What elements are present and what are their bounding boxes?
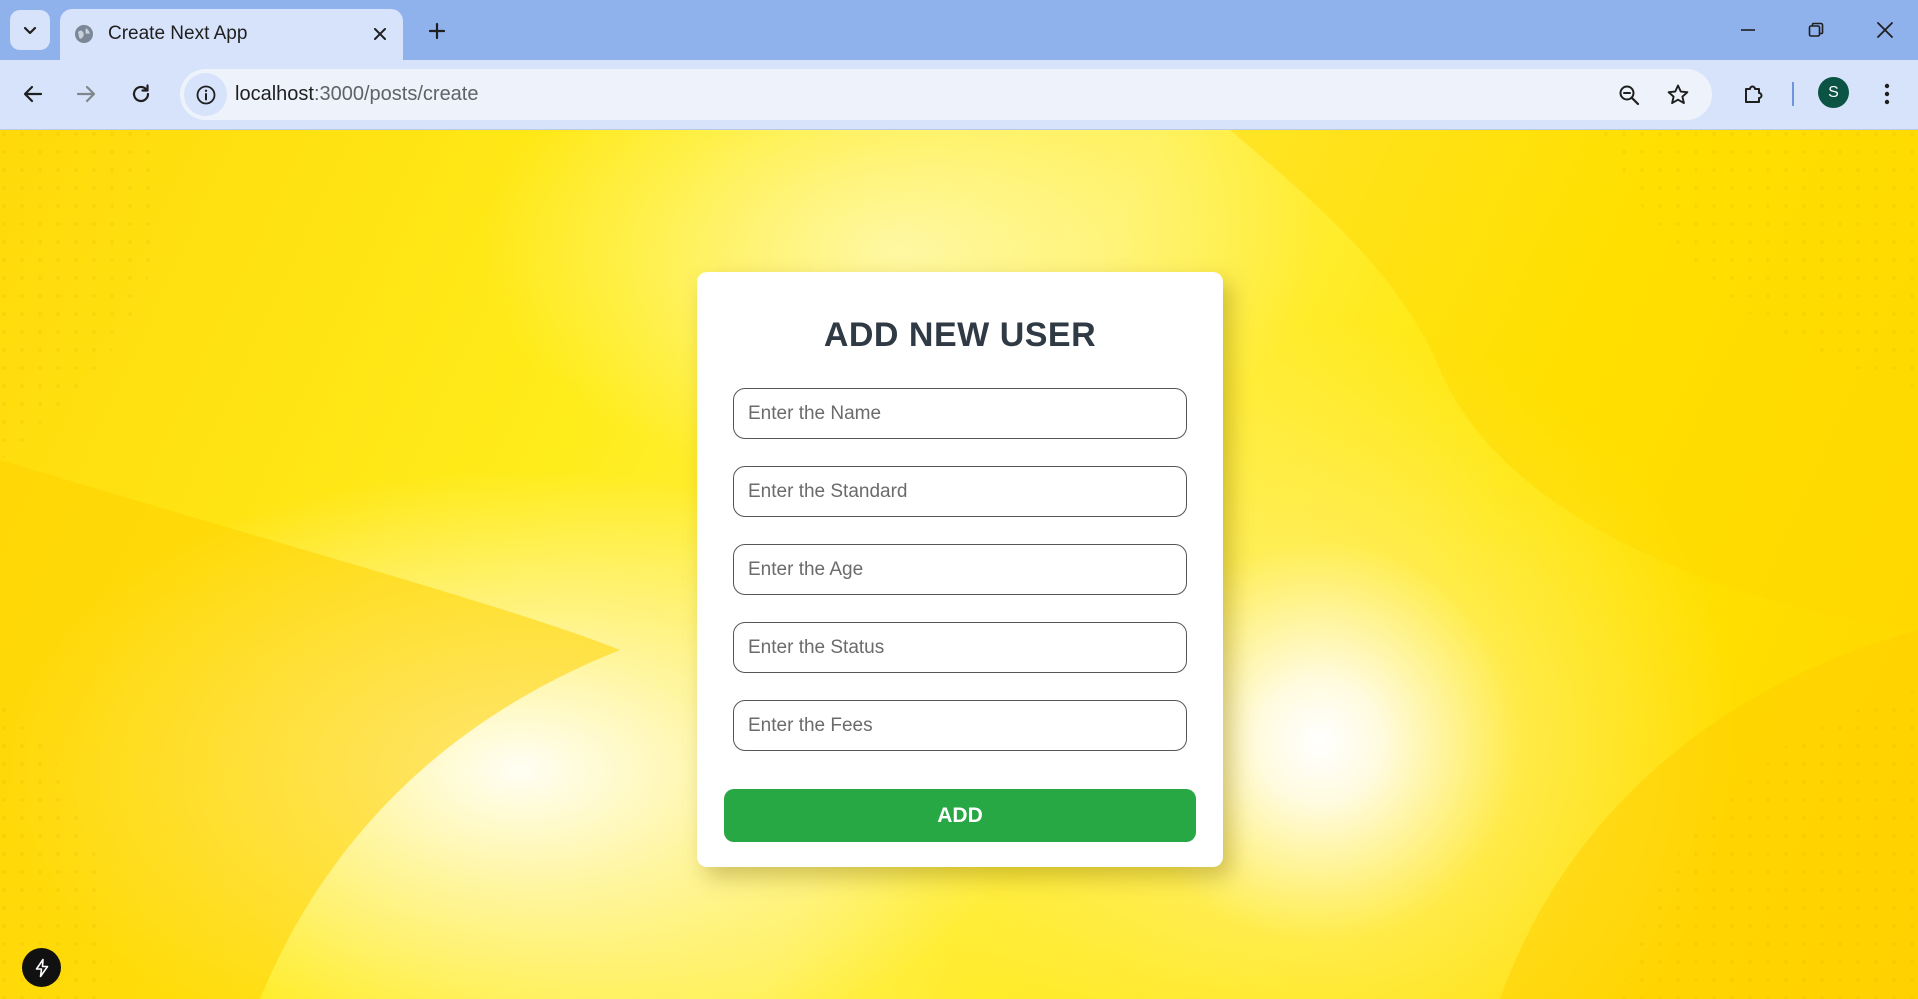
tab-title: Create Next App — [108, 23, 248, 44]
close-window-button[interactable] — [1862, 8, 1908, 52]
bookmark-star-icon[interactable] — [1661, 78, 1695, 112]
minimize-button[interactable] — [1725, 8, 1771, 52]
tab-strip: Create Next App — [0, 0, 1918, 60]
info-icon — [196, 85, 215, 104]
active-tab[interactable]: Create Next App — [60, 9, 403, 60]
zoom-icon[interactable] — [1612, 78, 1646, 112]
next-dev-indicator[interactable] — [22, 948, 61, 987]
browser-toolbar: localhost:3000/posts/create S — [0, 60, 1918, 130]
add-user-form: ADD NEW USER ADD — [697, 272, 1223, 867]
browser-window: Create Next App localhost:3000/posts/cre… — [0, 0, 1918, 999]
more-vertical-icon — [1884, 83, 1890, 105]
form-title: ADD NEW USER — [823, 316, 1097, 354]
reload-button[interactable] — [121, 74, 161, 114]
forward-button[interactable] — [66, 74, 106, 114]
page-viewport: ADD NEW USER ADD — [0, 130, 1918, 999]
arrow-left-icon — [23, 85, 43, 103]
restore-button[interactable] — [1793, 8, 1839, 52]
site-info-button[interactable] — [184, 73, 227, 116]
browser-menu-button[interactable] — [1867, 74, 1907, 114]
arrow-right-icon — [76, 85, 96, 103]
add-button[interactable]: ADD — [724, 789, 1196, 842]
profile-avatar[interactable]: S — [1818, 77, 1849, 108]
fees-input[interactable] — [733, 700, 1187, 751]
puzzle-icon — [1745, 85, 1763, 103]
status-input[interactable] — [733, 622, 1187, 673]
restore-icon — [1808, 22, 1824, 37]
lightning-bolt-icon — [35, 958, 48, 977]
name-input[interactable] — [733, 388, 1187, 439]
plus-icon — [428, 22, 446, 40]
minimize-icon — [1741, 29, 1755, 31]
close-tab-icon[interactable] — [367, 21, 393, 47]
url-path: :3000/posts/create — [313, 83, 479, 105]
address-bar[interactable]: localhost:3000/posts/create — [180, 69, 1712, 120]
globe-icon — [72, 22, 96, 46]
back-button[interactable] — [13, 74, 53, 114]
url-host: localhost — [235, 83, 314, 105]
standard-input[interactable] — [733, 466, 1187, 517]
new-tab-button[interactable] — [420, 14, 454, 48]
url-text: localhost:3000/posts/create — [235, 81, 479, 107]
tab-search-button[interactable] — [10, 10, 50, 50]
reload-icon — [132, 84, 150, 103]
age-input[interactable] — [733, 544, 1187, 595]
chevron-down-icon — [23, 26, 37, 35]
close-icon — [1877, 22, 1893, 38]
toolbar-divider — [1792, 82, 1794, 106]
extensions-button[interactable] — [1734, 74, 1774, 114]
